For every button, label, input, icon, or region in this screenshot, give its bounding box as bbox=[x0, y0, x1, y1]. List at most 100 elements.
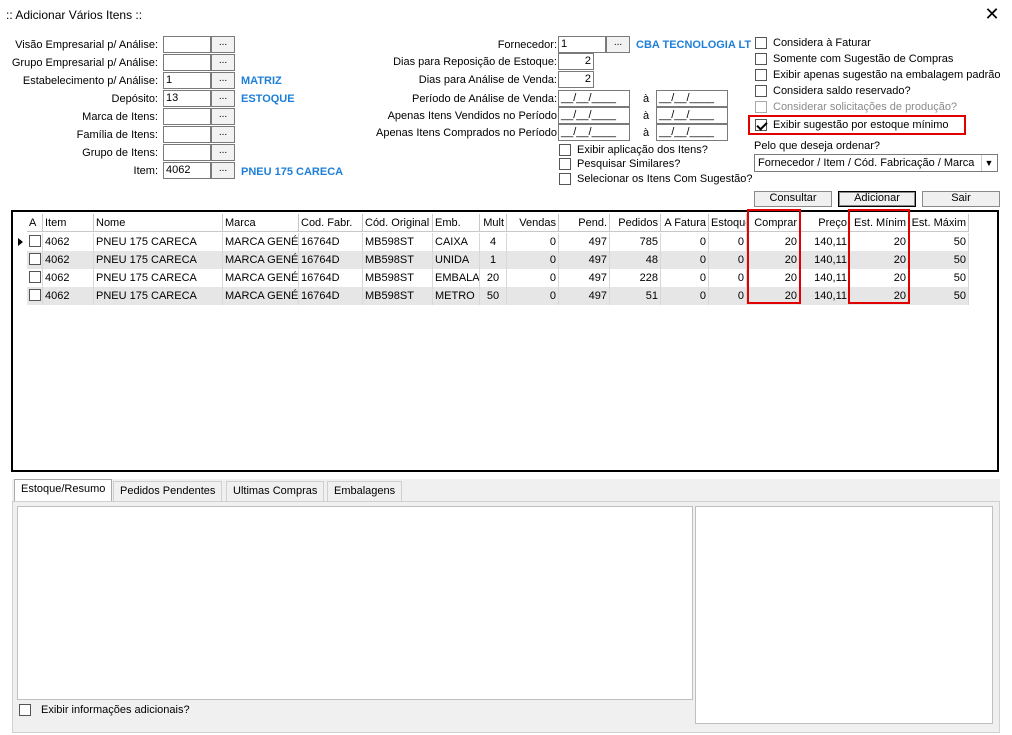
checkbox-box[interactable] bbox=[755, 37, 767, 49]
cell-preco: 140,11 bbox=[800, 269, 850, 287]
close-icon[interactable]: ✕ bbox=[982, 2, 1002, 26]
col-header-estoque[interactable]: Estoque bbox=[709, 214, 747, 232]
table-row[interactable]: 4062 PNEU 175 CARECA MARCA GENÉ 16764D M… bbox=[13, 251, 969, 269]
cell-item: 4062 bbox=[43, 269, 94, 287]
sair-button[interactable]: Sair bbox=[922, 191, 1000, 207]
visao-label: Visão Empresarial p/ Análise: bbox=[15, 39, 158, 51]
cell-vendas: 0 bbox=[507, 233, 559, 251]
col-header-item[interactable]: Item bbox=[43, 214, 94, 232]
col-header-nome[interactable]: Nome bbox=[94, 214, 223, 232]
checkbox-box[interactable] bbox=[755, 53, 767, 65]
col-header-comprar[interactable]: Comprar bbox=[747, 214, 800, 232]
consultar-button[interactable]: Consultar bbox=[754, 191, 832, 207]
estabelecimento-name: MATRIZ bbox=[241, 75, 282, 87]
familia-lookup-button[interactable]: ... bbox=[211, 126, 235, 143]
row-checkbox[interactable] bbox=[27, 269, 43, 287]
pesquisar-similares-checkbox[interactable]: Pesquisar Similares? bbox=[559, 157, 680, 171]
estabelecimento-input[interactable]: 1 bbox=[163, 72, 211, 89]
row-checkbox[interactable] bbox=[27, 287, 43, 305]
grupo-itens-lookup-button[interactable]: ... bbox=[211, 144, 235, 161]
cell-a-faturar: 0 bbox=[661, 287, 709, 305]
considera-saldo-reservado-checkbox[interactable]: Considera saldo reservado? bbox=[755, 84, 911, 98]
cell-pend: 497 bbox=[559, 269, 610, 287]
selecionar-sugestao-checkbox[interactable]: Selecionar os Itens Com Sugestão? bbox=[559, 172, 753, 186]
marca-lookup-button[interactable]: ... bbox=[211, 108, 235, 125]
checkbox-box[interactable] bbox=[755, 119, 767, 131]
items-grid[interactable]: A Item Nome Marca Cod. Fabr. Cód. Origin… bbox=[11, 209, 999, 472]
checkbox-box[interactable] bbox=[559, 144, 571, 156]
grupo-empresarial-label: Grupo Empresarial p/ Análise: bbox=[11, 57, 158, 69]
order-select-value: Fornecedor / Item / Cód. Fabricação / Ma… bbox=[758, 157, 975, 169]
exibir-info-adicionais-checkbox[interactable]: Exibir informações adicionais? bbox=[19, 703, 190, 717]
item-lookup-button[interactable]: ... bbox=[211, 162, 235, 179]
comprados-periodo-from[interactable]: __/__/____ bbox=[558, 124, 630, 141]
adicionar-button[interactable]: Adicionar bbox=[838, 191, 916, 207]
col-header-pend[interactable]: Pend. bbox=[559, 214, 610, 232]
visao-lookup-button[interactable]: ... bbox=[211, 36, 235, 53]
col-header-marca[interactable]: Marca bbox=[223, 214, 299, 232]
table-row[interactable]: 4062 PNEU 175 CARECA MARCA GENÉ 16764D M… bbox=[13, 233, 969, 251]
familia-input[interactable] bbox=[163, 126, 211, 143]
exibir-embalagem-padrao-checkbox[interactable]: Exibir apenas sugestão na embalagem padr… bbox=[755, 68, 1000, 82]
col-header-preco[interactable]: Preço bbox=[800, 214, 850, 232]
estabelecimento-lookup-button[interactable]: ... bbox=[211, 72, 235, 89]
checkbox-box[interactable] bbox=[755, 85, 767, 97]
row-checkbox[interactable] bbox=[27, 251, 43, 269]
marca-input[interactable] bbox=[163, 108, 211, 125]
checkbox-box[interactable] bbox=[19, 704, 31, 716]
vendidos-periodo-sep: à bbox=[643, 110, 650, 122]
exibir-estoque-minimo-checkbox[interactable]: Exibir sugestão por estoque mínimo bbox=[755, 118, 948, 132]
checkbox-box[interactable] bbox=[559, 158, 571, 170]
fornecedor-lookup-button[interactable]: ... bbox=[606, 36, 630, 53]
col-header-est-maximo[interactable]: Est. Máxim bbox=[909, 214, 969, 232]
deposito-input[interactable]: 13 bbox=[163, 90, 211, 107]
order-select[interactable]: Fornecedor / Item / Cód. Fabricação / Ma… bbox=[754, 154, 998, 172]
fornecedor-label: Fornecedor: bbox=[497, 39, 557, 51]
cell-comprar[interactable]: 20 bbox=[747, 287, 800, 305]
col-header-mult[interactable]: Mult bbox=[480, 214, 507, 232]
tab-pedidos-pendentes[interactable]: Pedidos Pendentes bbox=[113, 481, 223, 501]
col-header-cod-original[interactable]: Cód. Original bbox=[363, 214, 433, 232]
dias-reposicao-input[interactable]: 2 bbox=[558, 53, 594, 70]
tab-estoque-resumo[interactable]: Estoque/Resumo bbox=[14, 479, 113, 501]
tab-embalagens[interactable]: Embalagens bbox=[327, 481, 403, 501]
periodo-analise-to[interactable]: __/__/____ bbox=[656, 90, 728, 107]
exibir-aplicacao-checkbox[interactable]: Exibir aplicação dos Itens? bbox=[559, 143, 708, 157]
cell-comprar[interactable]: 20 bbox=[747, 251, 800, 269]
tab-ultimas-compras[interactable]: Ultimas Compras bbox=[226, 481, 325, 501]
cell-emb: EMBALA bbox=[433, 269, 480, 287]
visao-input[interactable] bbox=[163, 36, 211, 53]
table-row[interactable]: 4062 PNEU 175 CARECA MARCA GENÉ 16764D M… bbox=[13, 287, 969, 305]
col-header-est-minimo[interactable]: Est. Mínim bbox=[850, 214, 909, 232]
chevron-down-icon[interactable]: ▼ bbox=[981, 155, 996, 171]
table-row[interactable]: 4062 PNEU 175 CARECA MARCA GENÉ 16764D M… bbox=[13, 269, 969, 287]
row-checkbox[interactable] bbox=[27, 233, 43, 251]
cell-comprar[interactable]: 20 bbox=[747, 269, 800, 287]
fornecedor-input[interactable]: 1 bbox=[558, 36, 606, 53]
checkbox-box[interactable] bbox=[559, 173, 571, 185]
col-header-vendas[interactable]: Vendas bbox=[507, 214, 559, 232]
col-header-a-faturar[interactable]: A Fatura bbox=[661, 214, 709, 232]
grupo-empresarial-input[interactable] bbox=[163, 54, 211, 71]
considera-faturar-checkbox[interactable]: Considera à Faturar bbox=[755, 36, 871, 50]
somente-sugestao-checkbox[interactable]: Somente com Sugestão de Compras bbox=[755, 52, 953, 66]
vendidos-periodo-to[interactable]: __/__/____ bbox=[656, 107, 728, 124]
cell-comprar[interactable]: 20 bbox=[747, 233, 800, 251]
dias-analise-input[interactable]: 2 bbox=[558, 71, 594, 88]
cell-cod-fabr: 16764D bbox=[299, 251, 363, 269]
grupo-empresarial-lookup-button[interactable]: ... bbox=[211, 54, 235, 71]
checkbox-label: Considerar solicitações de produção? bbox=[773, 101, 958, 113]
deposito-lookup-button[interactable]: ... bbox=[211, 90, 235, 107]
col-header-a[interactable]: A bbox=[27, 214, 43, 232]
vendidos-periodo-from[interactable]: __/__/____ bbox=[558, 107, 630, 124]
comprados-periodo-to[interactable]: __/__/____ bbox=[656, 124, 728, 141]
cell-estoque: 0 bbox=[709, 233, 747, 251]
col-header-pedidos[interactable]: Pedidos bbox=[610, 214, 661, 232]
window-title: :: Adicionar Vários Itens :: bbox=[6, 8, 143, 22]
checkbox-box[interactable] bbox=[755, 69, 767, 81]
item-input[interactable]: 4062 bbox=[163, 162, 211, 179]
col-header-cod-fabr[interactable]: Cod. Fabr. bbox=[299, 214, 363, 232]
grupo-itens-input[interactable] bbox=[163, 144, 211, 161]
col-header-emb[interactable]: Emb. bbox=[433, 214, 480, 232]
periodo-analise-from[interactable]: __/__/____ bbox=[558, 90, 630, 107]
